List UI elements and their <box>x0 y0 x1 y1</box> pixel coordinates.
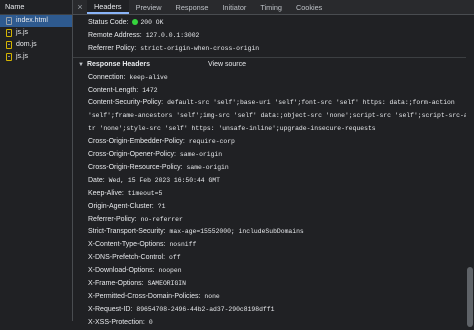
details-tab-bar: × Headers Preview Response Initiator Tim… <box>73 0 474 15</box>
close-icon[interactable]: × <box>73 0 87 14</box>
header-row: Date: Wed, 15 Feb 2023 16:50:44 GMT <box>73 175 474 188</box>
header-row: Strict-Transport-Security: max-age=155520… <box>73 226 474 239</box>
referrer-policy-row: Referrer Policy: strict-origin-when-cross… <box>73 43 474 56</box>
header-name: Connection: <box>88 73 126 81</box>
request-item-label: js.js <box>16 29 29 36</box>
header-value: 127.0.0.1:3002 <box>145 31 200 39</box>
header-row: X-Content-Type-Options: nosniff <box>73 239 474 252</box>
header-row: Cross-Origin-Opener-Policy: same-origin <box>73 149 474 162</box>
header-value: 200 OK <box>140 19 164 26</box>
script-file-icon <box>6 41 12 49</box>
header-value: max-age=15552000; includeSubDomains <box>169 228 304 236</box>
header-value: timeout=5 <box>127 189 163 197</box>
script-file-icon <box>6 29 12 37</box>
header-name: Referrer Policy: <box>88 44 137 52</box>
header-value: noopen <box>158 267 182 275</box>
name-column-header[interactable]: Name <box>0 0 72 15</box>
header-row: Content-Length: 1472 <box>73 85 474 98</box>
header-name: X-Request-ID: <box>88 305 133 313</box>
header-name: X-Permitted-Cross-Domain-Policies: <box>88 292 201 300</box>
header-name: X-Content-Type-Options: <box>88 241 166 249</box>
header-row: Cross-Origin-Resource-Policy: same-origin <box>73 162 474 175</box>
scrollbar-thumb[interactable] <box>467 267 473 327</box>
header-value: off <box>169 254 181 262</box>
script-file-icon <box>6 53 12 61</box>
header-value: 1472 <box>142 86 158 94</box>
header-name: Keep-Alive: <box>88 189 124 197</box>
request-item-index-html[interactable]: index.html <box>0 15 72 27</box>
header-name: Date: <box>88 176 105 184</box>
status-indicator-icon <box>132 18 139 25</box>
header-row: Origin-Agent-Cluster: ?1 <box>73 201 474 214</box>
header-name: Referrer-Policy: <box>88 215 137 223</box>
header-row: X-Frame-Options: SAMEORIGIN <box>73 278 474 291</box>
header-name: X-Frame-Options: <box>88 279 144 287</box>
network-request-list: Name index.html js.js dom.js js.js <box>0 0 73 321</box>
header-value: keep-alive <box>129 73 168 81</box>
header-value: same-origin <box>179 151 223 159</box>
header-row: X-DNS-Prefetch-Control: off <box>73 252 474 265</box>
header-row: Cross-Origin-Embedder-Policy: require-cor… <box>73 136 474 149</box>
view-source-link[interactable]: View source <box>208 58 246 72</box>
header-row: Referrer-Policy: no-referrer <box>73 214 474 227</box>
request-item-js-js-2[interactable]: js.js <box>0 51 72 63</box>
header-name: Origin-Agent-Cluster: <box>88 202 154 210</box>
header-name: Cross-Origin-Embedder-Policy: <box>88 138 185 146</box>
section-title: Response Headers <box>86 60 150 68</box>
request-item-js-js[interactable]: js.js <box>0 27 72 39</box>
header-name: Cross-Origin-Opener-Policy: <box>88 151 176 159</box>
header-value: Wed, 15 Feb 2023 16:50:44 GMT <box>108 176 220 184</box>
header-row: Content-Security-Policy: default-src 'sel… <box>73 97 474 110</box>
header-value: 89654708-2496-44b2-ad37-290c8198dff1 <box>136 305 275 313</box>
header-row: Keep-Alive: timeout=5 <box>73 188 474 201</box>
tab-cookies[interactable]: Cookies <box>289 0 329 14</box>
header-name: Content-Security-Policy: <box>88 99 164 107</box>
header-value: strict-origin-when-cross-origin <box>140 44 260 52</box>
header-value: 0 <box>148 318 153 326</box>
request-item-label: index.html <box>16 17 48 24</box>
request-item-label: dom.js <box>16 41 37 48</box>
header-value-continued: 'self';frame-ancestors 'self';img-src 's… <box>73 110 474 123</box>
header-name: Cross-Origin-Resource-Policy: <box>88 163 183 171</box>
document-icon <box>6 17 12 25</box>
header-name: X-DNS-Prefetch-Control: <box>88 254 166 262</box>
tab-initiator[interactable]: Initiator <box>215 0 253 14</box>
header-name: Content-Length: <box>88 86 139 94</box>
tab-response[interactable]: Response <box>169 0 216 14</box>
header-row: Connection: keep-alive <box>73 72 474 85</box>
tab-timing[interactable]: Timing <box>253 0 289 14</box>
header-row: X-XSS-Protection: 0 <box>73 317 474 330</box>
request-item-dom-js[interactable]: dom.js <box>0 39 72 51</box>
header-value-continued: tr 'none';style-src 'self' https: 'unsaf… <box>73 123 474 136</box>
header-row: X-Permitted-Cross-Domain-Policies: none <box>73 291 474 304</box>
header-value: tr 'none';style-src 'self' https: 'unsaf… <box>88 125 376 133</box>
vertical-scrollbar[interactable] <box>466 15 474 327</box>
header-name: X-Download-Options: <box>88 267 155 275</box>
header-name: Remote Address: <box>88 31 142 39</box>
header-value: default-src 'self';base-uri 'self';font-… <box>167 99 455 107</box>
header-value: require-corp <box>188 138 235 146</box>
header-value: nosniff <box>169 241 197 249</box>
response-headers-section[interactable]: ▼ Response Headers View source <box>73 56 474 72</box>
header-value: none <box>204 292 220 300</box>
header-value: ?1 <box>157 202 166 210</box>
request-details-panel: × Headers Preview Response Initiator Tim… <box>73 0 474 327</box>
status-code-row: Status Code: 200 OK <box>73 17 474 30</box>
header-name: Status Code: <box>88 19 129 26</box>
tab-headers[interactable]: Headers <box>87 0 129 14</box>
header-value: SAMEORIGIN <box>147 279 186 287</box>
header-row: X-Request-ID: 89654708-2496-44b2-ad37-290… <box>73 304 474 317</box>
remote-address-row: Remote Address: 127.0.0.1:3002 <box>73 30 474 43</box>
triangle-down-icon[interactable]: ▼ <box>78 58 84 72</box>
header-value: 'self';frame-ancestors 'self';img-src 's… <box>88 112 472 120</box>
request-item-label: js.js <box>16 53 29 60</box>
tab-preview[interactable]: Preview <box>129 0 169 14</box>
headers-content: Status Code: 200 OK Remote Address: 127.0.… <box>73 15 474 330</box>
header-row: X-Download-Options: noopen <box>73 265 474 278</box>
header-value: same-origin <box>186 163 229 171</box>
header-name: X-XSS-Protection: <box>88 318 145 326</box>
header-value: no-referrer <box>140 215 183 223</box>
header-name: Strict-Transport-Security: <box>88 228 166 236</box>
